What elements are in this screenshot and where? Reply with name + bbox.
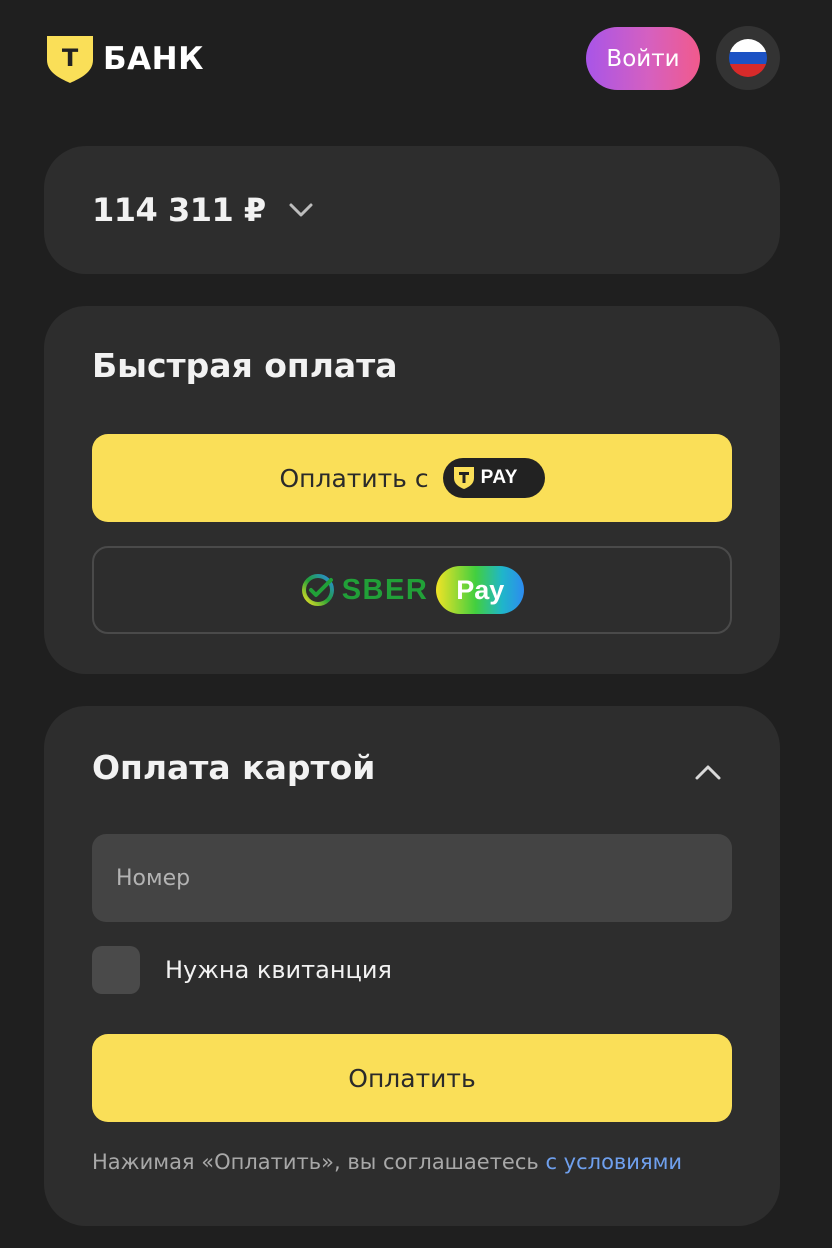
card-payment-title: Оплата картой <box>92 748 376 787</box>
logo-letter: Т <box>62 44 79 72</box>
fast-payment-title: Быстрая оплата <box>92 346 398 385</box>
terms-notice: Нажимая «Оплатить», вы соглашаетесь с ус… <box>92 1150 772 1174</box>
tpay-button[interactable]: Оплатить с PAY <box>92 434 732 522</box>
terms-text: Нажимая «Оплатить», вы соглашаетесь <box>92 1150 546 1174</box>
logo-text: БАНК <box>103 41 204 77</box>
tpay-shield-icon <box>453 467 474 489</box>
bank-logo[interactable]: Т БАНК <box>45 33 204 85</box>
sber-pay-pill: Pay <box>436 566 525 614</box>
bank-shield-icon: Т <box>47 36 93 83</box>
amount-card: 114 311 ₽ <box>44 146 780 274</box>
card-payment-card: Оплата картой Нужна квитанция Оплатить Н… <box>44 706 780 1226</box>
terms-link[interactable]: с условиями <box>545 1150 682 1174</box>
tpay-logo: PAY <box>442 458 545 498</box>
chevron-up-icon <box>695 765 721 780</box>
fast-payment-card: Быстрая оплата Оплатить с PAY SBER Pay <box>44 306 780 674</box>
sber-text: SBER <box>341 573 429 606</box>
collapse-button[interactable] <box>690 754 726 790</box>
language-button[interactable] <box>716 26 780 90</box>
receipt-label[interactable]: Нужна квитанция <box>165 956 392 984</box>
payment-page: Т БАНК Войти 114 311 ₽ Быстрая оплата Оп… <box>0 0 832 1248</box>
sberpay-button[interactable]: SBER Pay <box>92 546 732 634</box>
tpay-button-label: Оплатить с <box>279 463 429 493</box>
amount-selector[interactable]: 114 311 ₽ <box>92 146 314 274</box>
pay-button[interactable]: Оплатить <box>92 1034 732 1122</box>
russia-flag-icon <box>729 39 767 77</box>
receipt-option: Нужна квитанция <box>92 946 392 994</box>
receipt-checkbox[interactable] <box>92 946 140 994</box>
sber-logo-icon <box>301 574 334 606</box>
tpay-logo-text: PAY <box>480 467 518 488</box>
amount-value: 114 311 ₽ <box>92 191 266 229</box>
chevron-down-icon <box>289 203 313 217</box>
card-number-input[interactable] <box>92 834 732 922</box>
login-button[interactable]: Войти <box>586 27 700 90</box>
